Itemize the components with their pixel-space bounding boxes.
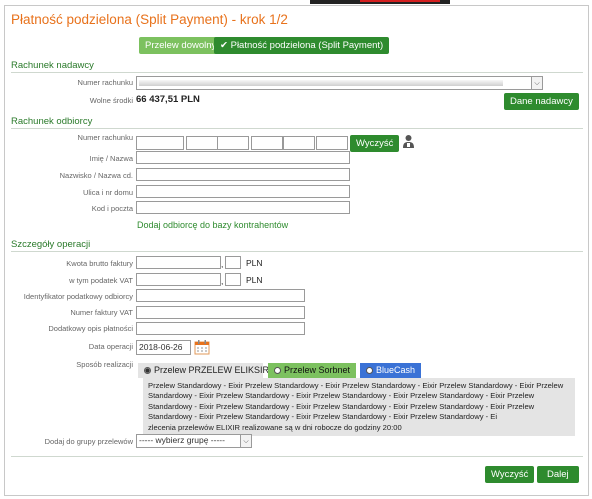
name-input[interactable] [136,151,350,164]
radio-icon [274,367,281,374]
postal-input[interactable] [136,201,350,214]
street-input[interactable] [136,185,350,198]
invoice-input[interactable] [136,306,305,319]
method-description-text: Przelew Standardowy - Eixir Przelew Stan… [148,381,564,422]
method-note: zlecenia przelewów ELIXIR realizowane są… [148,422,402,432]
page-title: Płatność podzielona (Split Payment) - kr… [11,12,288,27]
recipient-clear-button[interactable]: Wyczyść [350,135,400,152]
vat-cents-input[interactable] [225,273,241,286]
recipient-section-title: Rachunek odbiorcy [11,116,93,127]
method-bluecash-label: BlueCash [376,365,416,375]
account-part-3[interactable] [217,136,249,150]
sender-account-label: Numer rachunku [77,78,133,87]
method-sorbnet[interactable]: Przelew Sorbnet [268,363,356,378]
tab-split-payment-label: Płatność podzielona (Split Payment) [230,40,384,51]
check-icon: ✔ [220,40,228,51]
details-section-title: Szczegóły operacji [11,239,91,250]
contacts-icon[interactable] [402,134,415,149]
method-label: Sposób realizacji [76,360,133,369]
tax-id-input[interactable] [136,289,305,302]
date-value: 2018-06-26 [139,342,183,352]
date-input[interactable]: 2018-06-26 [136,340,191,355]
divider [11,251,583,252]
postal-label: Kod i poczta [91,204,133,213]
currency-label: PLN [246,275,263,285]
comma-separator: , [221,259,224,269]
gross-label: Kwota brutto faktury [66,259,133,268]
method-bluecash[interactable]: BlueCash [360,363,421,378]
group-select-value: ----- wybierz grupę ----- [139,435,225,445]
next-button[interactable]: Dalej [537,466,579,483]
tab-split-payment[interactable]: ✔ Płatność podzielona (Split Payment) [214,37,390,54]
invoice-label: Numer faktury VAT [70,308,133,317]
funds-label: Wolne środki [89,96,133,105]
name-cont-input[interactable] [136,168,350,181]
account-part-4[interactable] [251,136,283,150]
gross-cents-input[interactable] [225,256,241,269]
group-select[interactable]: ----- wybierz grupę ----- ⌵ [136,434,252,448]
divider [11,128,583,129]
tab-free-transfer[interactable]: Przelew dowolny [139,37,223,54]
method-eliksir-label: Przelew PRZELEW ELIKSIR [154,365,270,375]
account-part-6[interactable] [316,136,348,150]
add-recipient-link[interactable]: Dodaj odbiorcę do bazy kontrahentów [137,220,288,230]
name-cont-label: Nazwisko / Nazwa cd. [59,171,133,180]
chevron-down-icon: ⌵ [531,77,542,89]
radio-selected-icon [144,367,151,374]
street-label: Ulica i nr domu [82,188,133,197]
payment-window: Płatność podzielona (Split Payment) - kr… [4,5,589,496]
vat-label: w tym podatek VAT [69,276,133,285]
funds-value: 66 437,51 PLN [136,94,200,105]
sender-account-select[interactable]: ⌵ [136,76,543,90]
masked-account [139,80,503,86]
group-label: Dodaj do grupy przelewów [44,437,133,446]
vat-amount-input[interactable] [136,273,221,286]
recipient-account-label: Numer rachunku [77,133,133,142]
sender-data-button[interactable]: Dane nadawcy [504,93,579,110]
top-crop-strip [0,0,592,4]
account-part-2[interactable] [186,136,218,150]
currency-label: PLN [246,258,263,268]
clear-button[interactable]: Wyczyść [485,466,535,483]
divider [11,456,583,457]
method-sorbnet-label: Przelew Sorbnet [284,365,351,375]
sender-section-title: Rachunek nadawcy [11,60,94,71]
extra-desc-input[interactable] [136,322,305,335]
extra-desc-label: Dodatkowy opis płatności [48,324,133,333]
radio-icon [366,367,373,374]
tax-id-label: Identyfikator podatkowy odbiorcy [23,292,133,301]
method-description: Przelew Standardowy - Eixir Przelew Stan… [143,378,575,436]
calendar-icon[interactable] [194,339,210,355]
account-part-1[interactable] [136,136,184,150]
name-label: Imię / Nazwa [89,154,133,163]
method-eliksir[interactable]: Przelew PRZELEW ELIKSIR [138,363,269,378]
comma-separator: , [221,276,224,286]
account-part-5[interactable] [283,136,315,150]
date-label: Data operacji [88,342,133,351]
chevron-down-icon: ⌵ [240,435,251,447]
divider [11,72,583,73]
gross-amount-input[interactable] [136,256,221,269]
